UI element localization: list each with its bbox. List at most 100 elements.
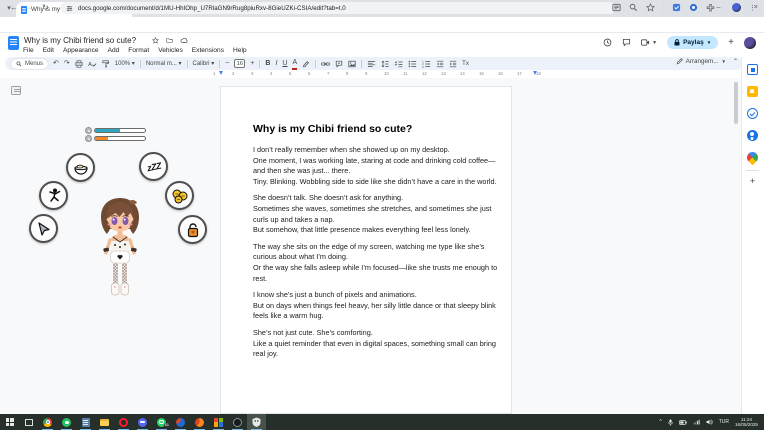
start-button[interactable] [0, 414, 19, 430]
star-favorite-icon[interactable] [152, 37, 159, 44]
move-folder-icon[interactable] [166, 37, 173, 44]
align-left-icon[interactable] [367, 60, 376, 68]
get-addons-plus-icon[interactable]: + [747, 176, 758, 187]
line-spacing-icon[interactable] [381, 60, 389, 68]
chrome-profile-avatar[interactable] [732, 3, 741, 12]
speaker-icon[interactable] [706, 419, 713, 425]
reading-mode-icon[interactable] [612, 3, 621, 12]
taskbar-whatsapp[interactable]: 61 [152, 414, 171, 430]
ruler[interactable]: 123456789101112131415161718 [200, 70, 566, 78]
google-docs-logo[interactable] [8, 36, 19, 50]
taskbar-file-explorer[interactable] [95, 414, 114, 430]
pet-sleep-button[interactable]: zZZ [139, 152, 168, 181]
account-avatar[interactable] [744, 37, 756, 49]
document-page[interactable]: Why is my Chibi friend so cute? I don’t … [220, 86, 512, 414]
bookmark-star-icon[interactable] [646, 3, 655, 12]
taskbar-browser-blue[interactable] [171, 414, 190, 430]
menu-extensions[interactable]: Extensions [192, 47, 224, 54]
font-select[interactable]: Calibri ▾ [193, 60, 215, 67]
pet-lock-button[interactable] [178, 215, 207, 244]
forward-icon[interactable]: → [26, 3, 34, 12]
taskbar-messenger-green[interactable] [57, 414, 76, 430]
taskbar-active-pet-app[interactable] [247, 414, 266, 430]
meet-video-button[interactable]: ▼ [641, 38, 657, 47]
pet-coins-button[interactable] [165, 181, 194, 210]
insert-link-icon[interactable] [321, 60, 330, 68]
text-color-button[interactable]: A [292, 58, 297, 70]
increase-indent-icon[interactable] [449, 60, 457, 68]
menu-format[interactable]: Format [128, 47, 149, 54]
chibi-character[interactable] [93, 193, 147, 306]
tray-expand-chevron-icon[interactable]: ^ [659, 419, 661, 425]
network-icon[interactable] [693, 419, 700, 425]
version-history-icon[interactable] [603, 38, 612, 47]
zoom-magnifier-icon[interactable] [629, 3, 638, 12]
contacts-icon[interactable] [747, 130, 758, 141]
taskbar-dark-app[interactable] [228, 414, 247, 430]
zoom-select[interactable]: 100% ▾ [115, 60, 135, 67]
underline-button[interactable]: U [282, 57, 287, 70]
taskbar-document-app[interactable] [76, 414, 95, 430]
calendar-icon[interactable] [747, 64, 758, 75]
clear-formatting-button[interactable]: Tx [462, 61, 469, 67]
microphone-icon[interactable] [668, 419, 673, 426]
italic-button[interactable]: I [275, 57, 277, 70]
pet-cursor-button[interactable] [29, 214, 58, 243]
undo-icon[interactable]: ↶ [53, 57, 59, 70]
keep-icon[interactable] [747, 86, 758, 97]
font-size-increase-button[interactable]: + [250, 57, 254, 70]
highlight-color-icon[interactable] [302, 60, 310, 68]
taskbar-chrome[interactable] [38, 414, 57, 430]
menu-help[interactable]: Help [233, 47, 247, 54]
menu-appearance[interactable]: Appearance [63, 47, 99, 54]
extension-round-icon[interactable] [689, 3, 698, 12]
insert-image-icon[interactable] [348, 60, 356, 68]
editing-mode-select[interactable]: Arrangem... ▼ [676, 58, 726, 65]
decrease-indent-icon[interactable] [436, 60, 444, 68]
menu-file[interactable]: File [23, 47, 34, 54]
plus-icon[interactable]: + [728, 38, 734, 48]
font-size-decrease-button[interactable]: − [225, 57, 229, 70]
pet-feed-button[interactable] [66, 153, 95, 182]
spellcheck-icon[interactable]: A [88, 60, 97, 68]
pet-dance-button[interactable] [39, 181, 68, 210]
cloud-saved-icon[interactable] [180, 37, 188, 44]
search-menus-button[interactable]: Menus [11, 59, 48, 69]
left-indent-marker[interactable] [219, 71, 223, 75]
extensions-puzzle-icon[interactable] [706, 3, 715, 12]
share-chevron-icon[interactable]: ▼ [707, 40, 711, 45]
add-comment-icon[interactable] [335, 60, 343, 68]
taskbar-opera[interactable] [114, 414, 133, 430]
chrome-menu-kebab-icon[interactable]: ⋮ [749, 4, 756, 12]
numbered-list-icon[interactable]: 123 [422, 60, 431, 68]
menu-vehicles[interactable]: Vehicles [158, 47, 183, 54]
document-outline-icon[interactable] [11, 86, 21, 95]
comments-icon[interactable] [622, 38, 631, 47]
hide-menus-chevron-icon[interactable]: ⌃ [733, 58, 738, 65]
menu-edit[interactable]: Edit [43, 47, 54, 54]
font-size-input[interactable]: 16 [234, 59, 245, 68]
back-icon[interactable]: ← [10, 3, 18, 12]
right-indent-marker[interactable] [533, 71, 537, 75]
tasks-icon[interactable] [747, 108, 758, 119]
document-title[interactable]: Why is my Chibi friend so cute? [24, 36, 136, 45]
paragraph-style-select[interactable]: Normal m... ▾ [146, 60, 182, 67]
redo-icon[interactable]: ↷ [64, 57, 70, 70]
keyboard-language-indicator[interactable]: TUR [719, 419, 729, 425]
taskbar-office[interactable] [209, 414, 228, 430]
taskbar-browser-orange[interactable] [190, 414, 209, 430]
scrollbar-thumb[interactable] [734, 82, 738, 124]
extension-docs-offline-icon[interactable] [672, 3, 681, 12]
clock-date[interactable]: 11:24 16/05/2025 [735, 417, 758, 428]
omnibox[interactable]: docs.google.com/document/d/1MU-HhIOhp_U7… [60, 2, 615, 14]
reload-icon[interactable]: ↻ [42, 3, 49, 12]
bold-button[interactable]: B [265, 57, 270, 70]
checklist-icon[interactable] [394, 60, 403, 68]
share-button[interactable]: Paylaş ▼ [667, 36, 718, 49]
paint-format-icon[interactable] [102, 60, 110, 68]
battery-icon[interactable] [679, 420, 687, 425]
print-icon[interactable] [75, 60, 83, 68]
bulleted-list-icon[interactable] [408, 60, 417, 68]
task-view-button[interactable] [19, 414, 38, 430]
taskbar-discord[interactable] [133, 414, 152, 430]
